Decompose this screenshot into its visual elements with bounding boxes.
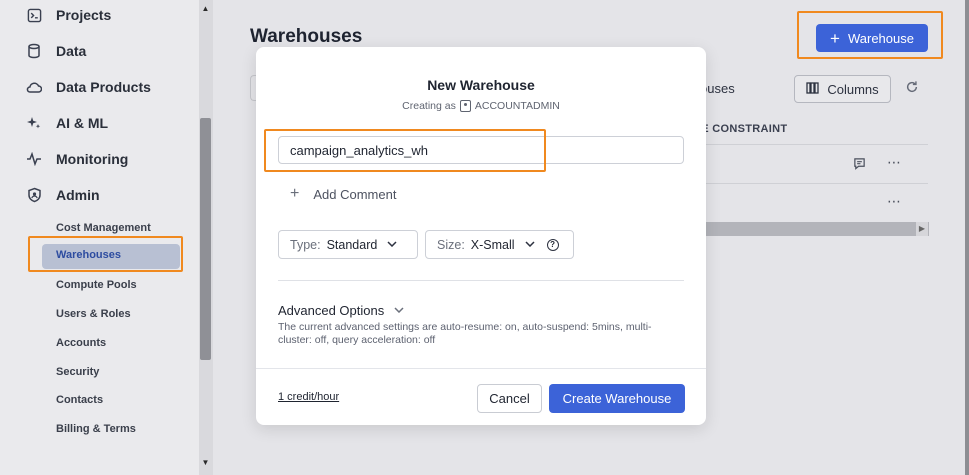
highlight-box	[28, 236, 183, 272]
nav-item-admin[interactable]: Admin	[26, 183, 100, 207]
advanced-options-description: The current advanced settings are auto-r…	[278, 321, 652, 346]
add-comment-button[interactable]: + Add Comment	[290, 185, 396, 203]
divider	[256, 368, 706, 369]
creating-as-text: Creating as ACCOUNTADMIN	[256, 100, 706, 112]
database-icon	[26, 43, 42, 59]
create-warehouse-button[interactable]: Create Warehouse	[549, 384, 685, 413]
type-select[interactable]: Type: Standard	[278, 230, 418, 259]
more-options-icon[interactable]: ⋯	[887, 154, 903, 170]
advanced-options-toggle[interactable]: Advanced Options	[278, 303, 404, 318]
cancel-button[interactable]: Cancel	[477, 384, 542, 413]
divider	[278, 280, 684, 281]
sparkle-icon	[26, 115, 42, 131]
sub-item-accounts[interactable]: Accounts	[56, 335, 106, 351]
scroll-up-arrow-icon[interactable]: ▲	[200, 4, 211, 13]
chevron-down-icon	[394, 305, 404, 316]
size-select[interactable]: Size: X-Small ?	[425, 230, 574, 259]
sidebar-scroll-thumb[interactable]	[200, 118, 211, 360]
nav-label: Data	[56, 43, 87, 59]
more-options-icon[interactable]: ⋯	[887, 193, 903, 209]
window-edge	[965, 0, 969, 475]
size-label: Size:	[437, 237, 465, 252]
columns-button[interactable]: Columns	[794, 75, 891, 103]
pulse-icon	[26, 151, 42, 167]
nav-item-ai-ml[interactable]: AI & ML	[26, 111, 108, 135]
sub-item-users-roles[interactable]: Users & Roles	[56, 306, 131, 322]
nav-item-projects[interactable]: Projects	[26, 3, 111, 27]
table-divider	[693, 183, 928, 184]
columns-icon	[806, 81, 819, 97]
dialog-title: New Warehouse	[427, 77, 535, 93]
advanced-options-label: Advanced Options	[278, 303, 385, 318]
page-title: Warehouses	[250, 26, 363, 47]
nav-label: Monitoring	[56, 151, 129, 167]
sub-item-contacts[interactable]: Contacts	[56, 392, 103, 408]
column-header: CE CONSTRAINT	[693, 123, 788, 135]
add-comment-label: Add Comment	[313, 186, 397, 202]
nav-label: Projects	[56, 7, 112, 23]
scroll-down-arrow-icon[interactable]: ▼	[200, 458, 211, 467]
chevron-down-icon	[525, 239, 535, 250]
sub-item-billing-terms[interactable]: Billing & Terms	[56, 421, 136, 437]
type-label: Type:	[290, 237, 321, 252]
nav-item-monitoring[interactable]: Monitoring	[26, 147, 128, 171]
sub-item-cost-management[interactable]: Cost Management	[56, 220, 151, 236]
highlight-box	[264, 129, 546, 172]
terminal-icon	[26, 7, 42, 23]
nav-label: AI & ML	[56, 115, 109, 131]
sub-item-compute-pools[interactable]: Compute Pools	[56, 277, 137, 293]
credit-rate-link[interactable]: 1 credit/hour	[278, 391, 339, 403]
chevron-down-icon	[387, 239, 397, 250]
creating-as-label: Creating as	[402, 100, 456, 112]
role-icon	[459, 100, 471, 112]
new-warehouse-dialog: New Warehouse Creating as ACCOUNTADMIN +…	[256, 47, 706, 425]
cloud-icon	[26, 79, 42, 95]
nav-label: Data Products	[56, 79, 151, 95]
horizontal-scrollbar[interactable]	[693, 222, 929, 236]
help-icon[interactable]: ?	[546, 238, 559, 251]
sub-item-security[interactable]: Security	[56, 364, 99, 380]
comment-icon[interactable]	[853, 157, 869, 173]
columns-label: Columns	[827, 81, 879, 97]
refresh-icon[interactable]	[905, 80, 921, 96]
highlight-box	[797, 11, 943, 59]
sidebar: Projects Data Data Products AI & ML Moni…	[0, 0, 213, 475]
nav-label: Admin	[56, 187, 100, 203]
plus-icon: +	[290, 185, 300, 202]
nav-item-data[interactable]: Data	[26, 39, 86, 63]
scroll-right-arrow-icon[interactable]: ▶	[916, 222, 928, 236]
role-name: ACCOUNTADMIN	[474, 100, 560, 112]
size-value: X-Small	[470, 237, 515, 252]
nav-item-data-products[interactable]: Data Products	[26, 75, 151, 99]
type-value: Standard	[326, 237, 378, 252]
shield-icon	[26, 187, 42, 203]
table-divider	[693, 144, 928, 145]
